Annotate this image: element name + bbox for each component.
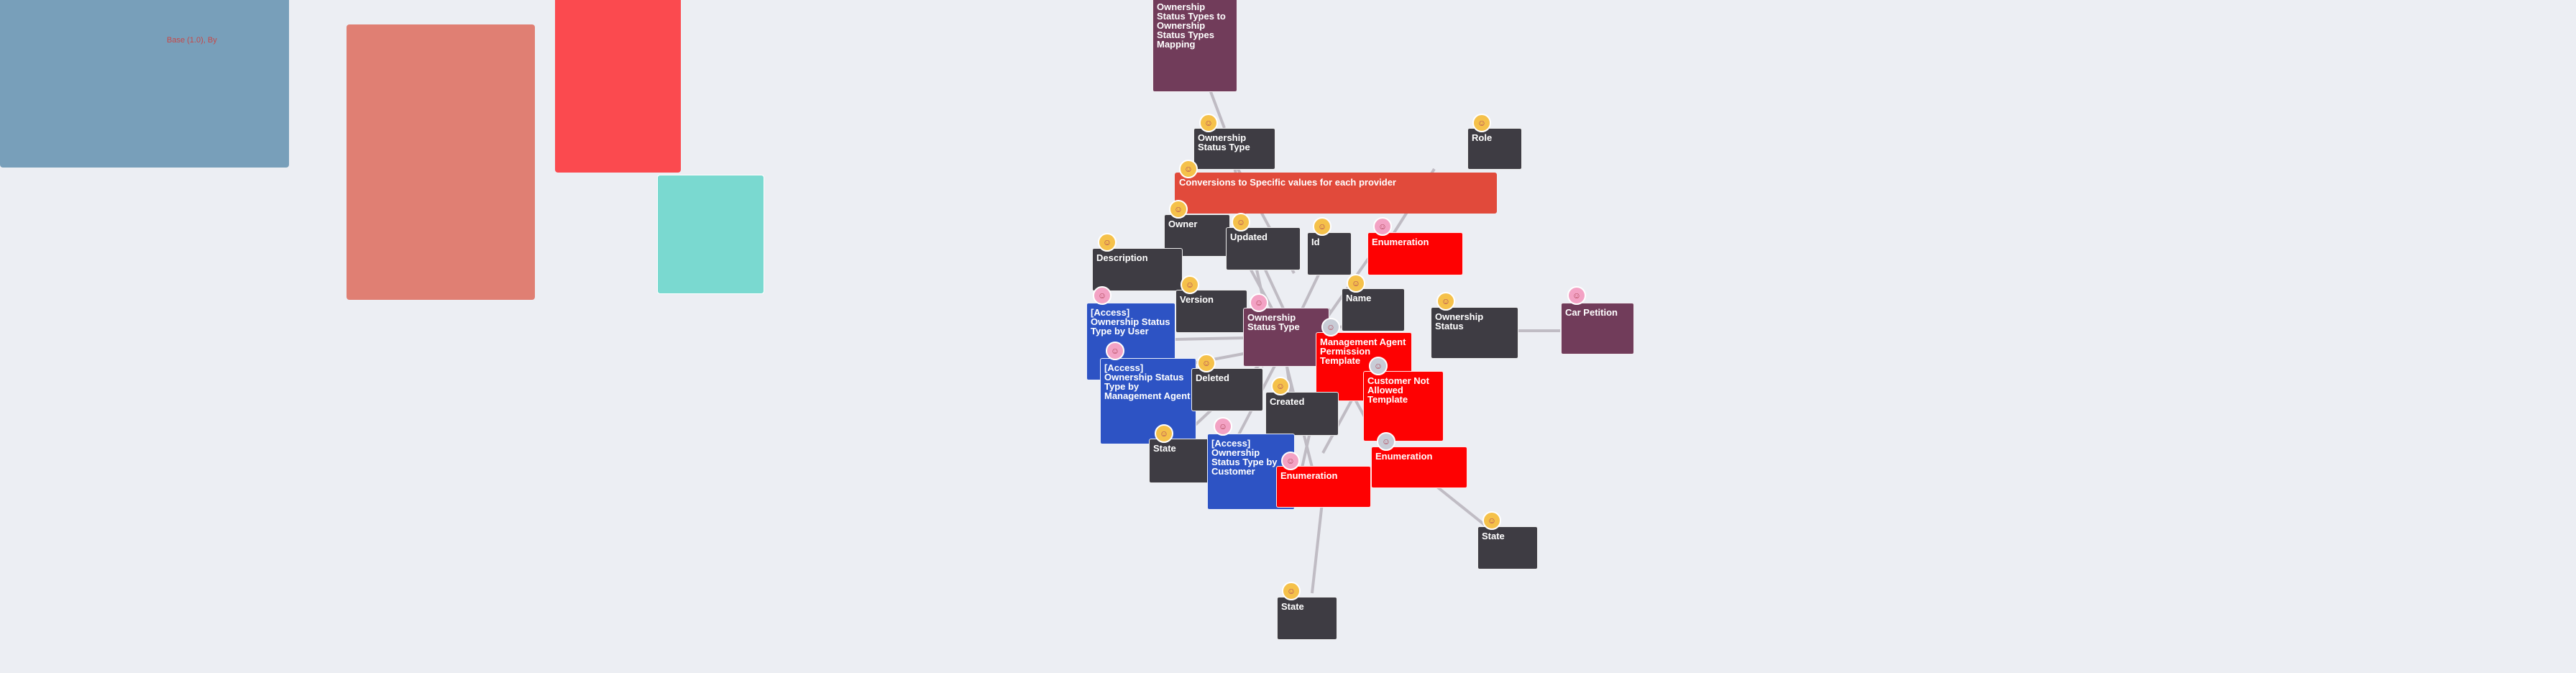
user-avatar-icon: ☺ — [1197, 354, 1216, 372]
node-id[interactable]: Id — [1307, 232, 1352, 275]
node-label: Enumeration — [1375, 451, 1433, 462]
user-avatar-icon: ☺ — [1093, 286, 1111, 305]
edge — [1175, 336, 1245, 341]
user-avatar-icon: ☺ — [1232, 213, 1250, 232]
node-ownership-status-type-top[interactable]: Ownership Status Type — [1193, 128, 1275, 170]
user-avatar-icon: ☺ — [1482, 511, 1501, 530]
node-description[interactable]: Description — [1092, 248, 1183, 291]
node-label: Name — [1346, 293, 1372, 303]
node-label: Id — [1311, 237, 1320, 247]
node-label: Owner — [1168, 219, 1198, 229]
node-deleted[interactable]: Deleted — [1191, 368, 1263, 411]
node-label: Deleted — [1196, 372, 1229, 383]
node-ownership-status[interactable]: Ownership Status — [1431, 307, 1518, 359]
user-avatar-icon: ☺ — [1436, 292, 1455, 311]
node-label: Updated — [1230, 232, 1268, 242]
user-avatar-icon: ☺ — [1472, 114, 1491, 132]
node-label: Ownership Status — [1435, 311, 1484, 331]
user-avatar-icon: ☺ — [1181, 275, 1199, 294]
user-avatar-icon: ☺ — [1373, 217, 1392, 236]
node-enumeration-top[interactable]: Enumeration — [1367, 232, 1463, 275]
user-avatar-icon: ☺ — [1377, 432, 1395, 451]
user-avatar-icon: ☺ — [1281, 452, 1300, 470]
node-label: Car Petition — [1565, 307, 1618, 318]
edge — [1311, 495, 1324, 594]
user-avatar-icon: ☺ — [1567, 286, 1586, 305]
node-state-bottom[interactable]: State — [1277, 597, 1337, 640]
node-ownership-status-types-mapping[interactable]: Ownership Status Types to Ownership Stat… — [1152, 0, 1237, 92]
node-label: Ownership Status Type — [1198, 132, 1250, 152]
node-enumeration-right[interactable]: Enumeration — [1371, 447, 1467, 488]
node-label: Enumeration — [1280, 470, 1338, 481]
node-role[interactable]: Role — [1467, 128, 1522, 170]
user-avatar-icon: ☺ — [1313, 217, 1331, 236]
user-avatar-icon: ☺ — [1169, 200, 1188, 219]
user-avatar-icon: ☺ — [1179, 160, 1198, 178]
node-label: Ownership Status Type — [1247, 312, 1300, 332]
user-avatar-icon: ☺ — [1321, 318, 1340, 336]
node-label: State — [1281, 601, 1304, 612]
node-car-petition[interactable]: Car Petition — [1561, 303, 1634, 354]
user-avatar-icon: ☺ — [1347, 274, 1365, 293]
user-avatar-icon: ☺ — [1250, 293, 1268, 312]
user-avatar-icon: ☺ — [1369, 357, 1388, 375]
user-avatar-icon: ☺ — [1282, 582, 1301, 600]
node-version[interactable]: Version — [1175, 290, 1247, 333]
user-avatar-icon: ☺ — [1106, 342, 1124, 360]
node-created[interactable]: Created — [1265, 392, 1339, 436]
node-state-left[interactable]: State — [1149, 439, 1209, 483]
user-avatar-icon: ☺ — [1098, 233, 1117, 252]
node-customer-not-allowed-template[interactable]: Customer Not Allowed Template — [1363, 371, 1444, 441]
node-label: Role — [1472, 132, 1493, 143]
node-label: Customer Not Allowed Template — [1367, 375, 1429, 405]
node-label: Management Agent Permission Template — [1320, 336, 1406, 366]
user-avatar-icon: ☺ — [1214, 417, 1232, 436]
node-updated[interactable]: Updated — [1226, 227, 1301, 270]
node-label: [Access] Ownership Status Type by User — [1091, 307, 1170, 336]
node-label: Description — [1096, 252, 1148, 263]
node-access-by-management-agent[interactable]: [Access] Ownership Status Type by Manage… — [1100, 358, 1196, 444]
node-name[interactable]: Name — [1342, 288, 1405, 331]
node-state-right[interactable]: State — [1477, 526, 1538, 569]
user-avatar-icon: ☺ — [1199, 114, 1218, 132]
node-label: Enumeration — [1372, 237, 1429, 247]
node-label: Conversions to Specific values for each … — [1179, 177, 1396, 188]
node-enumeration-bottom-center[interactable]: Enumeration — [1276, 466, 1371, 508]
node-label: [Access] Ownership Status Type by Manage… — [1104, 362, 1191, 401]
node-conversions-banner[interactable]: Conversions to Specific values for each … — [1175, 173, 1497, 214]
node-label: Version — [1180, 294, 1214, 305]
user-avatar-icon: ☺ — [1271, 377, 1290, 395]
node-label: State — [1153, 443, 1176, 454]
user-avatar-icon: ☺ — [1155, 424, 1173, 443]
edge — [1429, 480, 1486, 526]
node-label: [Access] Ownership Status Type by Custom… — [1211, 438, 1278, 477]
node-label: State — [1482, 531, 1505, 541]
node-label: Created — [1270, 396, 1305, 407]
node-label: Ownership Status Types to Ownership Stat… — [1157, 1, 1226, 50]
edge — [1300, 273, 1321, 311]
